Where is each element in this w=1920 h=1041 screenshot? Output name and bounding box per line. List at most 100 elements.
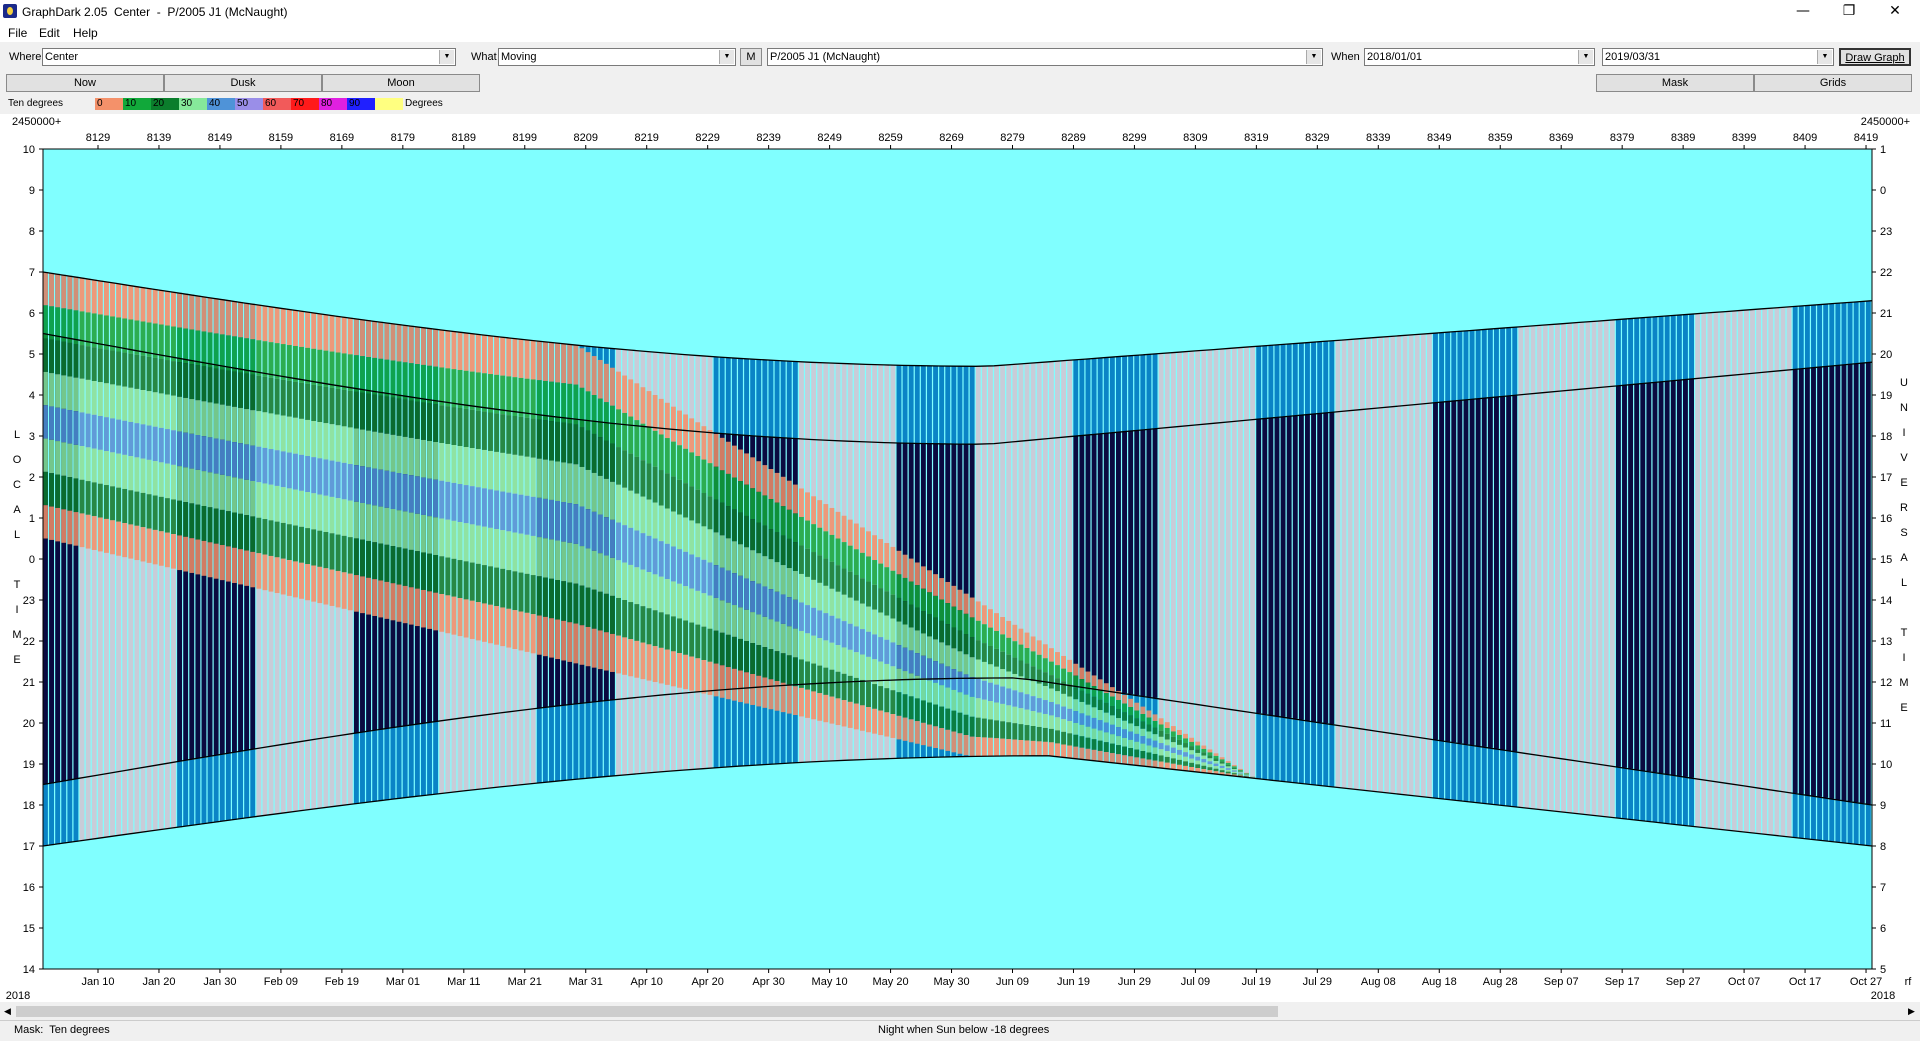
altitude-band-bar: [982, 605, 987, 624]
altitude-band-bar: [195, 505, 200, 540]
altitude-band-bar: [890, 642, 895, 666]
twilight-bar: [537, 708, 542, 783]
altitude-band-bar: [976, 679, 981, 698]
altitude-band-bar: [134, 492, 139, 526]
legend-swatch: 50: [235, 98, 263, 110]
left-hour-tick: 15: [23, 923, 35, 935]
altitude-band-bar: [860, 680, 865, 705]
scroll-right-icon[interactable]: ▶: [1904, 1004, 1919, 1019]
left-axis-letter: T: [14, 579, 21, 591]
altitude-band-bar: [793, 629, 798, 658]
altitude-band-bar: [220, 510, 225, 545]
altitude-band-bar: [488, 451, 493, 489]
night-bar: [1403, 406, 1408, 735]
twilight-bar: [592, 702, 597, 778]
altitude-band-bar: [1140, 707, 1145, 714]
altitude-band-bar: [836, 645, 841, 672]
altitude-band-bar: [256, 411, 261, 446]
visibility-graph[interactable]: 1098765432102322212019181716151410232221…: [0, 114, 1920, 1002]
night-bar: [1531, 394, 1536, 754]
what-value: Moving: [501, 51, 536, 63]
end-date-select[interactable]: 2019/03/31 ▼: [1602, 48, 1834, 66]
altitude-band-bar: [1000, 739, 1005, 756]
altitude-band-bar: [1183, 738, 1188, 743]
twilight-bar: [1299, 343, 1304, 415]
horizontal-scrollbar[interactable]: ◀ ▶: [0, 1003, 1920, 1020]
m-button[interactable]: M: [740, 48, 762, 66]
date-tick-label: Apr 10: [630, 976, 662, 988]
altitude-band-bar: [1037, 684, 1042, 698]
left-axis-letter: A: [13, 504, 21, 516]
twilight-bar: [823, 363, 828, 440]
altitude-band-bar: [701, 560, 706, 593]
altitude-band-bar: [970, 717, 975, 737]
minimize-button[interactable]: —: [1780, 0, 1826, 22]
altitude-band-bar: [640, 606, 645, 642]
altitude-band-bar: [177, 397, 182, 432]
jd-tick-label: 8219: [634, 132, 658, 144]
altitude-band-bar: [244, 374, 249, 409]
altitude-band-bar: [262, 412, 267, 448]
night-bar: [1640, 384, 1645, 771]
now-button[interactable]: Now: [6, 74, 164, 92]
night-bar: [1067, 437, 1072, 685]
altitude-band-bar: [1006, 688, 1011, 705]
object-select[interactable]: P/2005 J1 (McNaught) ▼: [767, 48, 1323, 66]
altitude-band-bar: [555, 580, 560, 620]
altitude-band-bar: [726, 667, 731, 699]
twilight-bar: [1268, 345, 1273, 418]
altitude-band-bar: [677, 480, 682, 515]
dusk-button[interactable]: Dusk: [164, 74, 322, 92]
twilight-bar: [1409, 736, 1414, 795]
scroll-left-icon[interactable]: ◀: [0, 1004, 15, 1019]
restore-button[interactable]: ❐: [1826, 0, 1872, 22]
altitude-band-bar: [951, 669, 956, 690]
left-axis-letter: C: [13, 479, 21, 491]
moon-button[interactable]: Moon: [322, 74, 480, 92]
scroll-thumb[interactable]: [16, 1006, 1278, 1017]
menu-help[interactable]: Help: [73, 26, 98, 40]
right-axis-letter: E: [1900, 702, 1907, 714]
altitude-band-bar: [409, 401, 414, 438]
twilight-bar: [488, 714, 493, 788]
twilight-bar: [958, 366, 963, 444]
menu-edit[interactable]: Edit: [39, 26, 60, 40]
jd-tick-label: 8389: [1671, 132, 1695, 144]
altitude-band-bar: [1201, 756, 1206, 759]
draw-graph-button[interactable]: Draw Graph: [1839, 48, 1911, 66]
what-select[interactable]: Moving ▼: [498, 48, 736, 66]
twilight-bar: [628, 698, 633, 774]
where-select[interactable]: Center ▼: [42, 48, 456, 66]
twilight-bar: [1122, 356, 1127, 431]
altitude-band-bar: [220, 475, 225, 510]
chevron-down-icon: ▼: [719, 50, 734, 64]
twilight-bar: [1384, 337, 1389, 408]
date-tick-label: Jun 29: [1118, 976, 1151, 988]
altitude-band-bar: [1012, 658, 1017, 674]
altitude-band-bar: [805, 492, 810, 520]
menu-file[interactable]: File: [8, 26, 27, 40]
altitude-band-bar: [232, 513, 237, 548]
altitude-band-bar: [238, 479, 243, 514]
altitude-band-bar: [720, 633, 725, 665]
altitude-band-bar: [586, 431, 591, 470]
grids-button[interactable]: Grids: [1754, 74, 1912, 92]
altitude-band-bar: [531, 458, 536, 497]
twilight-bar: [1165, 353, 1170, 428]
altitude-band-bar: [872, 610, 877, 635]
altitude-band-bar: [305, 348, 310, 384]
mask-button[interactable]: Mask: [1596, 74, 1754, 92]
altitude-band-bar: [372, 432, 377, 469]
altitude-band-bar: [336, 316, 341, 352]
start-date-select[interactable]: 2018/01/01 ▼: [1364, 48, 1595, 66]
altitude-band-bar: [397, 510, 402, 547]
twilight-bar: [122, 771, 127, 835]
altitude-band-bar: [1098, 720, 1103, 730]
altitude-band-bar: [1134, 757, 1139, 765]
altitude-band-bar: [799, 488, 804, 516]
altitude-band-bar: [348, 574, 353, 611]
twilight-bar: [256, 749, 261, 817]
altitude-band-bar: [49, 373, 54, 406]
altitude-band-bar: [1140, 751, 1145, 758]
close-button[interactable]: ✕: [1872, 0, 1918, 22]
